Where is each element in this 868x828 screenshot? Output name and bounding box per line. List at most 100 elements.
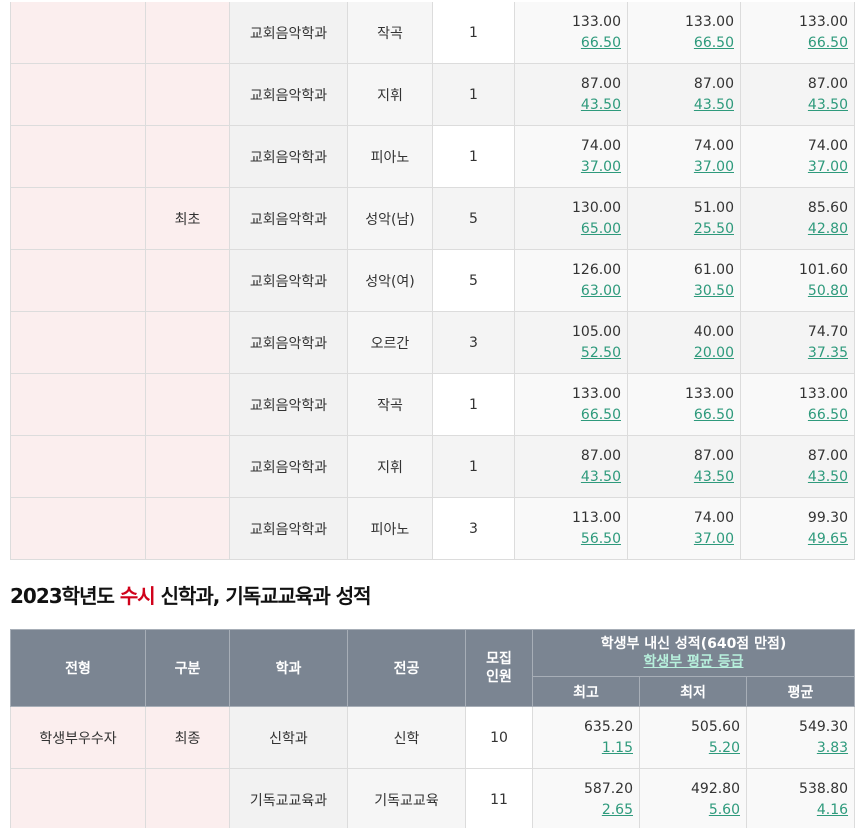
grade-link[interactable]: 20.00 — [629, 343, 734, 364]
grade-link[interactable]: 37.00 — [629, 529, 734, 550]
score-value: 133.00 — [572, 13, 621, 30]
score-value: 113.00 — [572, 509, 621, 526]
grade-link[interactable]: 43.50 — [742, 467, 848, 488]
average-grade-link[interactable]: 학생부 평균 등급 — [533, 653, 854, 671]
cell-max: 113.00 56.50 — [514, 497, 628, 560]
table-row: 기독교교육과 기독교교육 11 587.20 2.65 492.80 5.60 538.80 4… — [10, 768, 856, 828]
score-value: 74.00 — [693, 137, 734, 154]
grade-link[interactable]: 37.35 — [742, 343, 848, 364]
cell-count: 5 — [432, 187, 515, 250]
cell-type: 학생부우수자 — [10, 706, 146, 769]
grade-link[interactable]: 56.50 — [516, 529, 621, 550]
grade-link[interactable]: 30.50 — [629, 281, 734, 302]
grade-link[interactable]: 52.50 — [516, 343, 621, 364]
grade-link[interactable]: 66.50 — [629, 33, 734, 54]
cell-count: 1 — [432, 63, 515, 126]
cell-major: 오르간 — [347, 311, 433, 374]
cell-count: 1 — [432, 2, 515, 64]
grade-link[interactable]: 43.50 — [516, 95, 621, 116]
cell-max: 133.00 66.50 — [514, 2, 628, 64]
cell-max: 635.20 1.15 — [532, 706, 640, 769]
score-value: 87.00 — [693, 75, 734, 92]
grade-link[interactable]: 50.80 — [742, 281, 848, 302]
header-min: 최저 — [639, 676, 747, 707]
cell-min: 492.80 5.60 — [639, 768, 747, 828]
score-value: 133.00 — [685, 13, 734, 30]
header-avg: 평균 — [745, 676, 856, 707]
cell-major: 작곡 — [347, 373, 433, 436]
cell-min: 505.60 5.20 — [639, 706, 747, 769]
grade-link[interactable]: 25.50 — [629, 219, 734, 240]
cell-major: 지휘 — [347, 435, 433, 498]
cell-major: 기독교교육 — [347, 768, 466, 828]
cell-major: 작곡 — [347, 2, 433, 64]
grade-link[interactable]: 43.50 — [742, 95, 848, 116]
score-value: 99.30 — [807, 509, 848, 526]
score-value: 87.00 — [580, 75, 621, 92]
table-row: 교회음악학과 피아노 3 113.00 56.50 74.00 37.00 99.30 49.6… — [10, 497, 855, 560]
table-row: 최초 교회음악학과 성악(남) 5 130.00 65.00 51.00 25.50 85.60… — [10, 187, 855, 250]
grade-link[interactable]: 3.83 — [747, 738, 848, 759]
cell-avg: 549.30 3.83 — [745, 706, 856, 769]
grade-link[interactable]: 43.50 — [629, 467, 734, 488]
grade-link[interactable]: 5.60 — [640, 800, 740, 821]
table-row: 교회음악학과 지휘 1 87.00 43.50 87.00 43.50 87.00 43.50 — [10, 63, 855, 126]
grade-link[interactable]: 49.65 — [742, 529, 848, 550]
score-value: 105.00 — [572, 323, 621, 340]
cell-division — [145, 373, 230, 436]
grade-link[interactable]: 37.00 — [629, 157, 734, 178]
table-row: 교회음악학과 작곡 1 133.00 66.50 133.00 66.50 133.00 66.… — [10, 2, 855, 64]
grade-link[interactable]: 63.00 — [516, 281, 621, 302]
grade-link[interactable]: 42.80 — [742, 219, 848, 240]
cell-major: 지휘 — [347, 63, 433, 126]
cell-min: 74.00 37.00 — [627, 497, 741, 560]
grade-link[interactable]: 5.20 — [640, 738, 740, 759]
cell-department: 교회음악학과 — [229, 125, 348, 188]
score-value: 40.00 — [693, 323, 734, 340]
header-score-title: 학생부 내신 성적(640점 만점) — [600, 636, 787, 652]
cell-department: 교회음악학과 — [229, 435, 348, 498]
grade-link[interactable]: 37.00 — [516, 157, 621, 178]
grade-link[interactable]: 2.65 — [533, 800, 633, 821]
grade-link[interactable]: 66.50 — [742, 33, 848, 54]
grade-link[interactable]: 37.00 — [742, 157, 848, 178]
score-value: 133.00 — [572, 385, 621, 402]
cell-type — [10, 2, 146, 64]
cell-division — [145, 249, 230, 312]
cell-count: 5 — [432, 249, 515, 312]
cell-avg: 538.80 4.16 — [745, 768, 856, 828]
cell-type — [10, 187, 146, 250]
table-body: 학생부우수자 최종 신학과 신학 10 635.20 1.15 505.60 5.20 549.3… — [10, 706, 856, 828]
cell-avg: 74.70 37.35 — [740, 311, 855, 374]
header-division: 구분 — [145, 629, 230, 707]
cell-min: 133.00 66.50 — [627, 373, 741, 436]
cell-count: 1 — [432, 125, 515, 188]
cell-type — [10, 125, 146, 188]
table-row: 교회음악학과 피아노 1 74.00 37.00 74.00 37.00 74.00 37.00 — [10, 125, 855, 188]
grade-link[interactable]: 66.50 — [629, 405, 734, 426]
section-title-suffix: 신학과, 기독교교육과 성적 — [154, 584, 372, 608]
cell-min: 51.00 25.50 — [627, 187, 741, 250]
grade-link[interactable]: 43.50 — [629, 95, 734, 116]
score-table-church-music: 교회음악학과 작곡 1 133.00 66.50 133.00 66.50 133.00 66.… — [10, 2, 855, 560]
grade-link[interactable]: 4.16 — [747, 800, 848, 821]
table-row: 교회음악학과 오르간 3 105.00 52.50 40.00 20.00 74.70 37.3… — [10, 311, 855, 374]
score-value: 538.80 — [799, 780, 849, 797]
page: 교회음악학과 작곡 1 133.00 66.50 133.00 66.50 133.00 66.… — [0, 0, 868, 828]
cell-type — [10, 768, 146, 828]
cell-avg: 74.00 37.00 — [740, 125, 855, 188]
grade-link[interactable]: 66.50 — [516, 405, 621, 426]
cell-count: 10 — [465, 706, 533, 769]
cell-max: 133.00 66.50 — [514, 373, 628, 436]
score-value: 505.60 — [691, 718, 740, 735]
grade-link[interactable]: 66.50 — [742, 405, 848, 426]
score-value: 133.00 — [685, 385, 734, 402]
grade-link[interactable]: 66.50 — [516, 33, 621, 54]
grade-link[interactable]: 1.15 — [533, 738, 633, 759]
cell-min: 87.00 43.50 — [627, 63, 741, 126]
section-title-accent: 수시 — [119, 584, 156, 608]
grade-link[interactable]: 65.00 — [516, 219, 621, 240]
grade-link[interactable]: 43.50 — [516, 467, 621, 488]
cell-division — [145, 2, 230, 64]
score-table-theology: 전형 구분 학과 전공 모집 인원 학생부 내신 성적(640점 만점) 학생부… — [10, 629, 856, 828]
